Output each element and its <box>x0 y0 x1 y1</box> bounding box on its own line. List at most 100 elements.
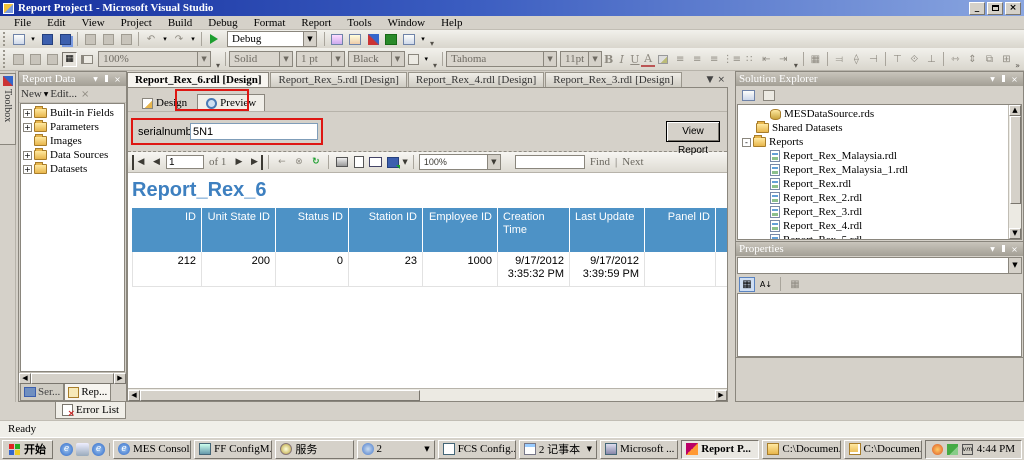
expand-icon[interactable]: + <box>23 164 32 174</box>
underline-button[interactable]: U <box>628 53 641 66</box>
navigate-button[interactable] <box>383 32 399 47</box>
print-layout-icon[interactable] <box>351 155 366 170</box>
same-width-button[interactable]: ⇿ <box>948 52 963 67</box>
save-all-button[interactable] <box>57 32 73 47</box>
menu-tools[interactable]: Tools <box>339 17 379 29</box>
new-menu-dropdown-icon[interactable]: ▼ <box>44 91 49 98</box>
report-layout-button-2[interactable] <box>28 52 43 67</box>
dropdown-icon[interactable]: ▼ <box>543 52 557 66</box>
tree-item-built-in-fields[interactable]: + Built-in Fields <box>23 106 124 120</box>
undo-button[interactable]: ↶ <box>143 32 159 47</box>
tree-item-parameters[interactable]: + Parameters <box>23 120 124 134</box>
scrollbar-thumb[interactable] <box>1009 116 1021 204</box>
align-centers-button[interactable]: ⟠ <box>849 52 864 67</box>
show-desktop-icon[interactable] <box>76 442 89 456</box>
font-size-combo[interactable]: 11pt ▼ <box>560 51 603 67</box>
build-tools-button[interactable] <box>365 32 381 47</box>
group-dropdown-icon[interactable]: ▼ <box>424 445 429 453</box>
dropdown-icon[interactable]: ▼ <box>390 52 404 66</box>
serialnumber-input[interactable] <box>190 123 318 140</box>
solution-item-report-rex-3[interactable]: Report_Rex_3.rdl <box>742 205 1008 219</box>
pin-button[interactable] <box>101 74 112 84</box>
menu-window[interactable]: Window <box>380 17 433 29</box>
scroll-up-icon[interactable]: ▲ <box>1009 105 1021 116</box>
pin-button[interactable] <box>998 74 1009 84</box>
same-height-button[interactable]: ⇕ <box>965 52 980 67</box>
tree-item-images[interactable]: Images <box>23 134 124 148</box>
task-documents-editor[interactable]: C:\Documen... <box>843 439 922 459</box>
same-size-button[interactable]: ⧉ <box>982 52 997 67</box>
scroll-down-icon[interactable]: ▼ <box>1009 228 1021 239</box>
doc-list-dropdown-icon[interactable]: ▼ <box>707 75 714 85</box>
show-all-files-button[interactable] <box>761 88 777 103</box>
align-left-button[interactable]: ≡ <box>673 52 688 67</box>
previous-page-icon[interactable]: ◀ <box>149 155 164 170</box>
dropdown-icon[interactable]: ▼ <box>1008 258 1021 273</box>
scrollbar-thumb[interactable] <box>140 389 420 401</box>
toolbar-overflow-icon[interactable]: » <box>1015 61 1020 70</box>
close-button[interactable]: × <box>1005 1 1021 15</box>
solution-item-report-rex-5[interactable]: Report_Rex_5.rdl <box>742 233 1008 239</box>
border-style-combo[interactable]: Solid ▼ <box>229 51 294 67</box>
toolbar-overflow-icon[interactable]: ▾ <box>433 61 437 70</box>
solution-item-reports-folder[interactable]: - Reports <box>742 135 1008 149</box>
fill-color-button[interactable] <box>406 52 421 67</box>
close-panel-button[interactable]: × <box>1009 75 1020 84</box>
task-documents-folder[interactable]: C:\Documen... <box>762 439 841 459</box>
menu-debug[interactable]: Debug <box>200 17 245 29</box>
back-icon[interactable]: ← <box>274 155 289 170</box>
print-icon[interactable] <box>334 155 349 170</box>
dropdown-icon[interactable]: ▼ <box>279 52 293 66</box>
border-width-combo[interactable]: 1 pt ▼ <box>296 51 345 67</box>
redo-button[interactable]: ↷ <box>171 32 187 47</box>
report-layout-button-3[interactable] <box>45 52 60 67</box>
bold-button[interactable]: B <box>602 53 615 66</box>
merge-cells-button[interactable]: ⊞ <box>999 52 1014 67</box>
other-windows-dropdown[interactable]: ▾ <box>419 32 427 47</box>
doc-tab-report-rex-5[interactable]: Report_Rex_5.rdl [Design] <box>270 72 407 87</box>
toolbar-overflow-icon[interactable]: ▾ <box>794 61 798 70</box>
refresh-icon[interactable]: ↻ <box>308 155 323 170</box>
new-dropdown[interactable]: ▾ <box>29 32 37 47</box>
task-microsoft[interactable]: Microsoft ... <box>600 439 679 459</box>
toolbox-tab[interactable]: Toolbox <box>0 73 16 145</box>
page-setup-icon[interactable] <box>368 155 383 170</box>
new-menu-button[interactable]: New <box>21 88 42 100</box>
toolbar-grip[interactable] <box>3 50 7 68</box>
solution-item-report-rex-malaysia[interactable]: Report_Rex_Malaysia.rdl <box>742 149 1008 163</box>
tab-server-explorer[interactable]: Ser... <box>20 384 65 401</box>
menu-file[interactable]: File <box>6 17 39 29</box>
next-page-icon[interactable]: ▶ <box>231 155 246 170</box>
find-text-input[interactable] <box>514 155 585 169</box>
align-bottoms-button[interactable]: ⊥ <box>924 52 939 67</box>
report-layout-button-1[interactable] <box>11 52 26 67</box>
align-lefts-button[interactable]: ⫤ <box>832 52 847 67</box>
menu-report[interactable]: Report <box>293 17 339 29</box>
font-color-button[interactable]: A <box>641 52 655 67</box>
dropdown-icon[interactable]: ▼ <box>486 155 500 169</box>
task-report-project[interactable]: Report P... <box>681 439 760 459</box>
align-center-button[interactable]: ≡ <box>690 52 705 67</box>
copy-button[interactable] <box>100 32 116 47</box>
snap-grid-button[interactable]: ▦ <box>808 52 823 67</box>
task-mes-console[interactable]: e MES Consol... <box>113 439 192 459</box>
zoom-combo[interactable]: 100% ▼ <box>98 51 212 67</box>
menu-edit[interactable]: Edit <box>39 17 73 29</box>
task-group-2[interactable]: 2 ▼ <box>356 439 435 459</box>
document-hscrollbar[interactable]: ◀ ▶ <box>128 388 727 401</box>
solution-item-report-rex[interactable]: Report_Rex.rdl <box>742 177 1008 191</box>
alphabetical-sort-button[interactable]: A↓ <box>758 277 774 292</box>
doc-tab-report-rex-3[interactable]: Report_Rex_3.rdl [Design] <box>545 72 682 87</box>
tree-item-data-sources[interactable]: + Data Sources <box>23 148 124 162</box>
scroll-left-icon[interactable]: ◀ <box>128 389 140 401</box>
restore-button[interactable] <box>987 1 1003 15</box>
solution-item-report-rex-malaysia-1[interactable]: Report_Rex_Malaysia_1.rdl <box>742 163 1008 177</box>
properties-object-combo[interactable]: ▼ <box>737 257 1022 274</box>
menu-project[interactable]: Project <box>113 17 160 29</box>
tray-app-icon-1[interactable] <box>931 443 943 455</box>
property-pages-button[interactable]: ▦ <box>787 277 803 292</box>
start-debug-button[interactable] <box>206 32 222 47</box>
menu-help[interactable]: Help <box>433 17 470 29</box>
task-fcs-config[interactable]: FCS Config... <box>437 439 516 459</box>
minimize-button[interactable]: _ <box>969 1 985 15</box>
